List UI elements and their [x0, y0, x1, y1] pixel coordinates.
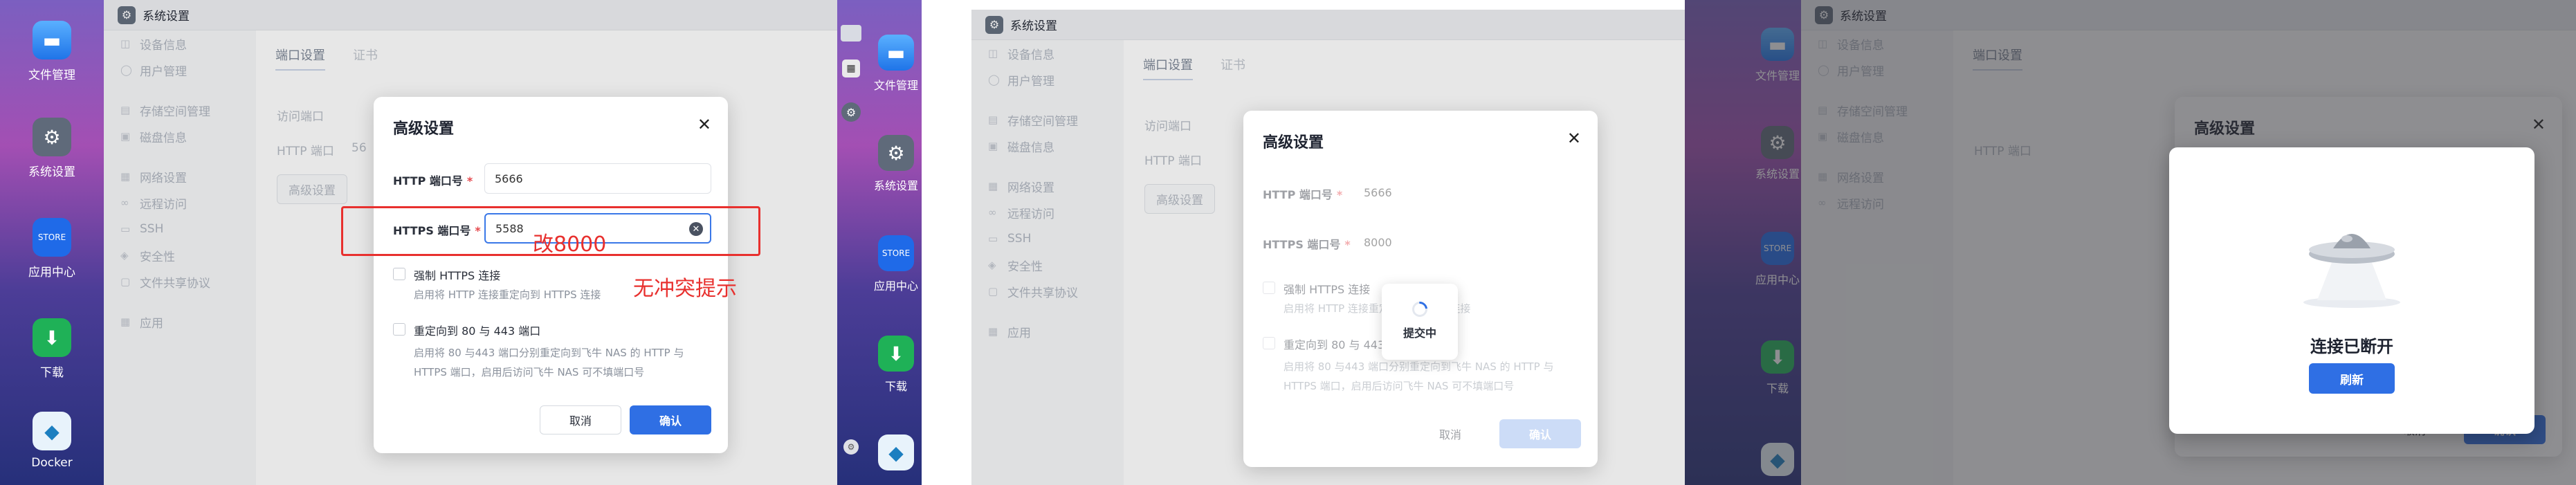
https-port-field-label: HTTPS 端口号 * [1263, 235, 1351, 252]
label-text: HTTPS 端口号 [1263, 238, 1341, 251]
redirect-hint-line2: HTTPS 端口，启用后访问飞牛 NAS 可不填端口号 [414, 366, 645, 378]
gear-icon: ⚙ [33, 118, 71, 156]
refresh-button[interactable]: 刷新 [2309, 363, 2395, 394]
annotation-change-to: 改8000 [533, 232, 607, 257]
spinner-icon [1409, 298, 1431, 320]
dock-item-label: 下载 [40, 366, 64, 380]
submitting-label: 提交中 [1403, 327, 1436, 340]
http-port-field-label: HTTP 端口号 * [1263, 185, 1342, 202]
annotation-no-conflict: 无冲突提示 [633, 277, 737, 301]
folder-icon: ▬ [878, 35, 914, 71]
redirect-label: 重定向到 80 与 443 端口 [414, 324, 541, 338]
redirect-hint-line2: HTTPS 端口，启用后访问飞牛 NAS 可不填端口号 [1284, 380, 1515, 392]
force-https-label: 强制 HTTPS 连接 [414, 269, 501, 282]
dock-item-docker[interactable]: ◆ Docker [0, 412, 104, 470]
docker-icon: ◆ [33, 412, 71, 450]
dock-item-settings[interactable]: ⚙ 系统设置 [0, 118, 104, 179]
dock-mini-apps[interactable]: ▦ [837, 60, 865, 83]
download-icon: ⬇ [33, 318, 71, 357]
connection-lost-title: 连接已断开 [2310, 337, 2393, 356]
download-icon: ⬇ [878, 336, 914, 372]
store-icon: STORE [33, 218, 71, 257]
required-mark: * [466, 174, 473, 187]
dock: ▬ 文件管理 ⚙ 系统设置 STORE 应用中心 ⬇ 下载 ◆ Docker [0, 0, 104, 485]
dock-item-label: 文件管理 [873, 79, 918, 92]
connection-lost-dialog: 连接已断开 刷新 [2169, 147, 2534, 434]
panel-step-2: ▦ ⚙ ▬ 文件管理 ⚙ 系统设置 STORE 应用中心 ⬇ 下载 ◆ ⚙ ⚙ [837, 0, 1685, 485]
dock-item-store[interactable]: STORE 应用中心 [0, 218, 104, 280]
submitting-indicator: 提交中 [1382, 284, 1458, 360]
dock-item-label: Docker [31, 456, 73, 470]
panel-step-1: ▬ 文件管理 ⚙ 系统设置 STORE 应用中心 ⬇ 下载 ◆ Docker ⚙… [0, 0, 837, 485]
http-port-input[interactable]: 5666 [484, 163, 711, 194]
dock-item-docker[interactable]: ◆ [870, 434, 922, 476]
docker-icon: ◆ [878, 434, 914, 470]
redirect-hint-line1: 启用将 80 与443 端口分别重定向到飞牛 NAS 的 HTTP 与 [414, 347, 684, 359]
dock-item-label: 系统设置 [873, 179, 918, 192]
force-https-hint: 启用将 HTTP 连接重定向到 HTTPS 连接 [414, 289, 601, 301]
cancel-button[interactable]: 取消 [1409, 419, 1491, 448]
dock-mini-settings-bottom[interactable]: ⚙ [837, 439, 865, 460]
redirect-hint-line1: 启用将 80 与443 端口分别重定向到飞牛 NAS 的 HTTP 与 [1284, 360, 1554, 373]
dock-item-label: 系统设置 [28, 165, 75, 179]
label-text: HTTP 端口号 [1263, 188, 1333, 201]
http-port-field-label: HTTP 端口号 * [393, 172, 473, 188]
dock-item-download[interactable]: ⬇ 下载 [0, 318, 104, 380]
force-https-checkbox[interactable] [1263, 282, 1275, 294]
gear-icon: ⚙ [843, 439, 859, 455]
input-value: 8000 [1364, 235, 1392, 249]
dock-item-files[interactable]: ▬ 文件管理 [0, 21, 104, 82]
dock-item-download[interactable]: ⬇ 下载 [870, 336, 922, 394]
gear-icon: ⚙ [878, 135, 914, 171]
force-https-checkbox[interactable] [393, 268, 405, 280]
dialog-title: 高级设置 [1263, 134, 1324, 152]
store-icon: STORE [878, 235, 914, 271]
dock-item-label: 文件管理 [28, 68, 75, 82]
store-badge: STORE [881, 248, 911, 258]
confirm-button[interactable]: 确认 [630, 405, 711, 434]
dock-item-settings[interactable]: ⚙ 系统设置 [870, 135, 922, 193]
close-icon[interactable]: ✕ [697, 115, 711, 134]
force-https-label: 强制 HTTPS 连接 [1284, 283, 1371, 296]
advanced-settings-dialog: 高级设置 ✕ HTTP 端口号 * 5666 HTTPS 端口号 * 8000 强制… [1243, 111, 1598, 467]
window-icon [841, 25, 861, 42]
close-icon[interactable]: ✕ [1567, 129, 1581, 148]
dock-item-label: 应用中心 [28, 266, 75, 280]
dock-item-label: 应用中心 [873, 280, 918, 293]
label-text: HTTP 端口号 [393, 174, 463, 187]
http-port-input[interactable]: 5666 [1354, 177, 1581, 208]
dialog-title: 高级设置 [393, 120, 455, 138]
input-value: 5666 [495, 172, 523, 185]
redirect-checkbox[interactable] [393, 323, 405, 336]
gear-icon: ⚙ [841, 102, 861, 122]
required-mark: * [1344, 238, 1351, 251]
redirect-checkbox[interactable] [1263, 337, 1275, 349]
cancel-button[interactable]: 取消 [540, 405, 621, 434]
confirm-button[interactable]: 确认 [1499, 419, 1581, 448]
required-mark: * [1336, 188, 1343, 201]
input-value: 5666 [1364, 185, 1392, 199]
https-port-input[interactable]: 8000 [1354, 227, 1581, 257]
grid-icon: ▦ [842, 60, 860, 77]
dock-item-files[interactable]: ▬ 文件管理 [870, 35, 922, 93]
folder-icon: ▬ [33, 21, 71, 60]
dock-item-label: 下载 [884, 380, 907, 393]
dock-mini-window[interactable] [837, 25, 865, 47]
store-badge: STORE [37, 232, 66, 242]
dock-item-store[interactable]: STORE 应用中心 [870, 235, 922, 293]
dock: ▦ ⚙ ▬ 文件管理 ⚙ 系统设置 STORE 应用中心 ⬇ 下载 ◆ ⚙ [837, 0, 922, 485]
ufo-illustration-icon [2303, 234, 2400, 308]
dock-mini-settings[interactable]: ⚙ [837, 102, 865, 127]
panel-step-3: ▬ 文件管理 ⚙ 系统设置 STORE 应用中心 ⬇ 下载 ◆ ⚙ 系统设置 ◫… [1685, 0, 2576, 485]
